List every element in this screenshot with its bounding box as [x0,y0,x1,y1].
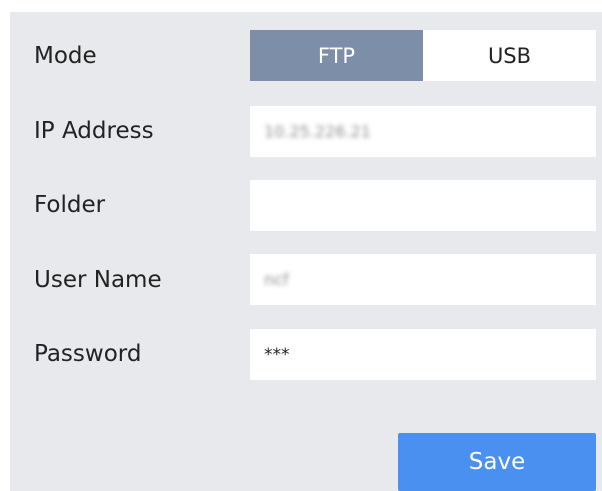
password-value: *** [264,344,290,365]
user-name-field[interactable]: ncf [250,254,596,305]
ip-address-value: 10.25.226.21 [264,122,371,141]
storage-settings-panel: Mode FTP USB IP Address 10.25.226.21 Fol… [10,12,602,491]
mode-option-usb[interactable]: USB [423,30,596,81]
mode-toggle: FTP USB [250,30,596,81]
folder-field[interactable] [250,180,596,231]
password-label: Password [34,341,142,367]
password-field[interactable]: *** [250,329,596,380]
user-name-value: ncf [264,270,289,289]
ip-address-label: IP Address [34,118,154,144]
user-name-label: User Name [34,267,162,293]
top-strip [0,0,602,12]
save-button[interactable]: Save [398,433,596,491]
folder-label: Folder [34,192,106,218]
ip-address-field[interactable]: 10.25.226.21 [250,106,596,157]
mode-label: Mode [34,43,97,69]
mode-option-ftp[interactable]: FTP [250,30,423,81]
